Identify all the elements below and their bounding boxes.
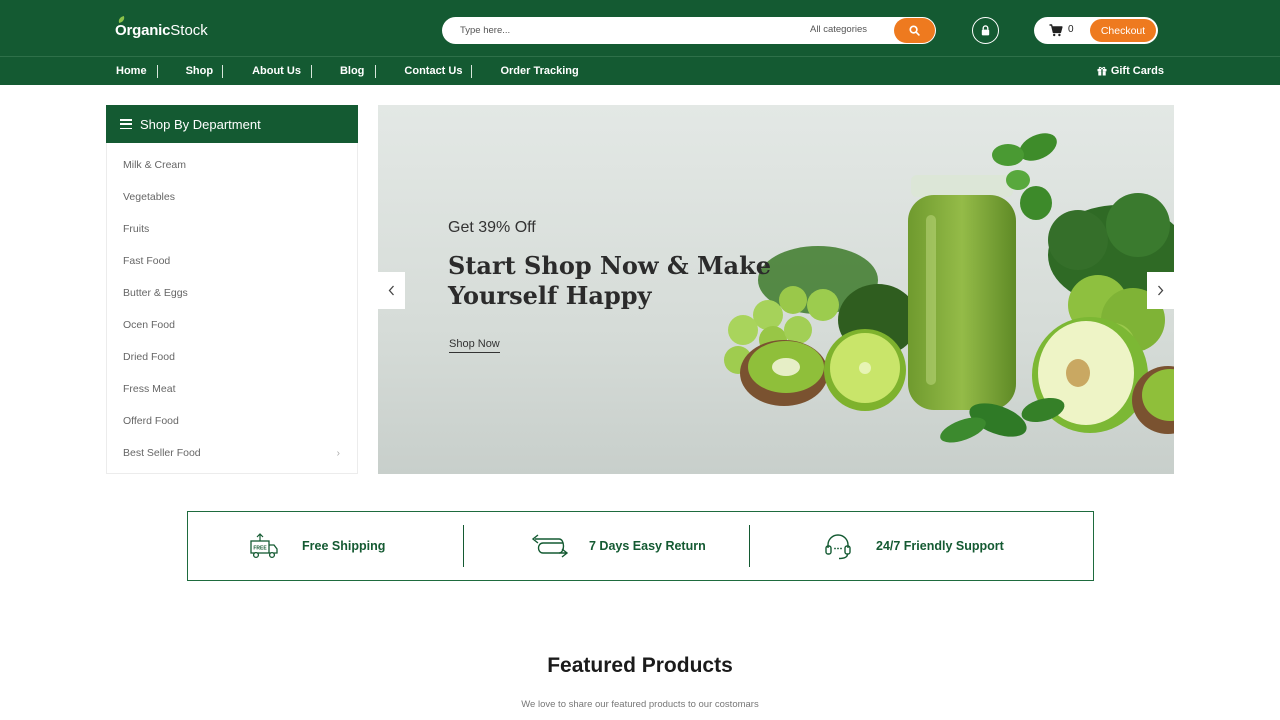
department-item-best-seller-food[interactable]: Best Seller Food › bbox=[107, 437, 357, 469]
nav-divider bbox=[156, 64, 158, 78]
feature-label: Free Shipping bbox=[302, 539, 386, 553]
chevron-left-icon bbox=[388, 285, 394, 296]
carousel-next-button[interactable] bbox=[1147, 272, 1174, 309]
gift-cards-label: Gift Cards bbox=[1110, 65, 1164, 77]
search-bar: All categories bbox=[442, 17, 936, 44]
featured-products-title: Featured Products bbox=[547, 654, 733, 677]
department-item-fruits[interactable]: Fruits bbox=[107, 213, 357, 245]
hero-headline-line: Yourself Happy bbox=[448, 281, 652, 310]
search-icon bbox=[909, 25, 920, 36]
department-title: Shop By Department bbox=[140, 116, 261, 132]
nav-item-contact-us[interactable]: Contact Us bbox=[404, 65, 462, 77]
chevron-right-icon: › bbox=[336, 448, 340, 459]
feature-easy-return: 7 Days Easy Return bbox=[529, 512, 706, 580]
feature-label: 7 Days Easy Return bbox=[589, 539, 706, 553]
nav-item-blog[interactable]: Blog bbox=[340, 65, 364, 77]
department-item-label: Best Seller Food bbox=[123, 447, 201, 459]
hamburger-menu-icon bbox=[120, 119, 132, 129]
nav-item-home[interactable]: Home bbox=[116, 65, 147, 77]
logo-text-stock: Stock bbox=[170, 21, 208, 39]
nav-divider bbox=[222, 64, 224, 78]
chevron-right-icon bbox=[1158, 285, 1164, 296]
department-item-ocen-food[interactable]: Ocen Food bbox=[107, 309, 357, 341]
feature-support: 24/7 Friendly Support bbox=[822, 512, 1004, 580]
headset-icon bbox=[825, 534, 851, 560]
main-nav: Home Shop About Us Blog Contact Us Order… bbox=[0, 56, 1280, 85]
department-header[interactable]: Shop By Department bbox=[106, 105, 358, 143]
hero-headline-line: Start Shop Now & Make bbox=[448, 251, 771, 280]
category-select[interactable]: All categories bbox=[810, 24, 867, 35]
department-item-butter-eggs[interactable]: Butter & Eggs bbox=[107, 277, 357, 309]
lock-icon bbox=[981, 25, 990, 36]
feature-divider bbox=[463, 525, 464, 567]
nav-links: Home Shop About Us Blog Contact Us Order… bbox=[116, 57, 579, 85]
site-logo[interactable]: Organic Stock bbox=[115, 15, 208, 41]
cart-count: 0 bbox=[1068, 24, 1074, 35]
free-shipping-truck-icon: FREE bbox=[250, 533, 278, 559]
nav-item-shop[interactable]: Shop bbox=[186, 65, 214, 77]
top-header: Organic Stock All categories 0 Checkout bbox=[0, 0, 1280, 56]
department-item-fast-food[interactable]: Fast Food bbox=[107, 245, 357, 277]
checkout-button[interactable]: Checkout bbox=[1090, 19, 1156, 42]
department-item-dried-food[interactable]: Dried Food bbox=[107, 341, 357, 373]
department-sidebar: Shop By Department Milk & Cream Vegetabl… bbox=[106, 105, 358, 474]
department-item-fress-meat[interactable]: Fress Meat bbox=[107, 373, 357, 405]
shop-now-link[interactable]: Shop Now bbox=[449, 338, 500, 353]
hero-headline: Start Shop Now & Make Yourself Happy bbox=[448, 251, 788, 311]
department-item-offerd-food[interactable]: Offerd Food bbox=[107, 405, 357, 437]
account-button[interactable] bbox=[972, 17, 999, 44]
carousel-prev-button[interactable] bbox=[378, 272, 405, 309]
nav-item-order-tracking[interactable]: Order Tracking bbox=[500, 65, 578, 77]
feature-label: 24/7 Friendly Support bbox=[876, 539, 1004, 553]
nav-divider bbox=[310, 64, 312, 78]
nav-divider bbox=[375, 64, 377, 78]
feature-free-shipping: FREE Free Shipping bbox=[248, 512, 385, 580]
hero-offer-text: Get 39% Off bbox=[448, 219, 536, 236]
hero-banner: Get 39% Off Start Shop Now & Make Yourse… bbox=[378, 105, 1174, 474]
search-button[interactable] bbox=[894, 18, 935, 43]
department-item-vegetables[interactable]: Vegetables bbox=[107, 181, 357, 213]
nav-divider bbox=[471, 64, 473, 78]
featured-products-subtitle: We love to share our featured products t… bbox=[521, 699, 759, 710]
feature-divider bbox=[749, 525, 750, 567]
gift-cards-link[interactable]: Gift Cards bbox=[1097, 57, 1164, 85]
cart-widget[interactable]: 0 Checkout bbox=[1034, 17, 1158, 44]
gift-icon bbox=[1097, 66, 1107, 76]
department-list: Milk & Cream Vegetables Fruits Fast Food… bbox=[107, 149, 357, 469]
department-item-milk-cream[interactable]: Milk & Cream bbox=[107, 149, 357, 181]
return-arrows-icon bbox=[531, 534, 569, 558]
free-badge-text: FREE bbox=[253, 546, 267, 552]
search-input[interactable] bbox=[460, 22, 790, 39]
cart-icon bbox=[1049, 24, 1063, 37]
logo-text-organic: Organic bbox=[115, 21, 171, 39]
nav-item-about-us[interactable]: About Us bbox=[252, 65, 301, 77]
features-strip: FREE Free Shipping 7 Days Easy Return 24… bbox=[187, 511, 1094, 581]
